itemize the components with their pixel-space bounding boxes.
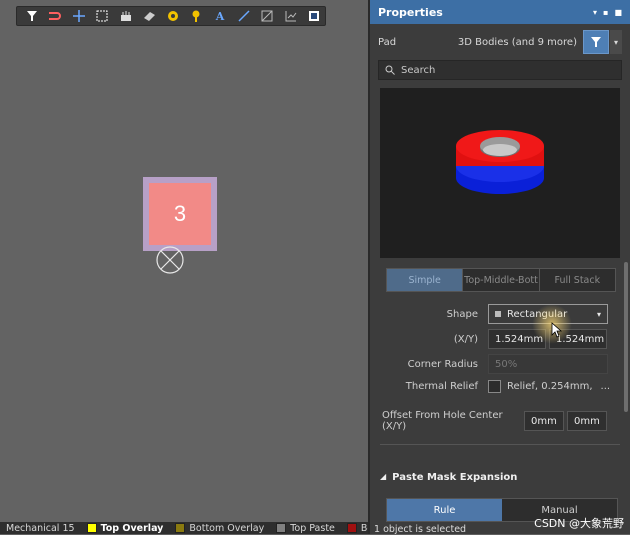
rectangle-icon[interactable] [256,8,278,24]
status-text: 1 object is selected [374,524,467,535]
chevron-down-icon: ▾ [596,309,601,319]
rule-tab[interactable]: Rule [387,499,502,521]
pin-icon[interactable] [186,8,208,24]
mouse-cursor-icon [551,322,563,338]
offset-row: Offset From Hole Center (X/Y) 0mm 0mm [380,410,607,432]
layer-tab[interactable]: Top Paste [270,523,341,534]
pad-component[interactable]: 3 [143,177,217,251]
cross-icon[interactable] [68,8,90,24]
active-bar-toolbar: A [16,6,326,26]
layer-color-swatch [276,523,287,533]
pad-stack-mode-tabs: Simple Top-Middle-Bott Full Stack [386,268,616,292]
filter-icon[interactable] [21,8,43,24]
via-icon[interactable] [162,8,184,24]
search-input[interactable]: Search [378,60,622,80]
component-icon[interactable] [115,8,137,24]
pcb-canvas[interactable]: A 3 [0,0,368,522]
panel-scrollbar[interactable] [624,262,628,412]
eraser-icon[interactable] [139,8,161,24]
shape-row: Shape Rectangular ▾ [380,304,608,324]
search-icon [385,65,395,75]
panel-title-bar: Properties ▾ ▪ ■ [370,0,630,24]
search-placeholder: Search [401,64,436,76]
thermal-relief-checkbox[interactable] [488,380,501,393]
watermark: CSDN @大象荒野 [534,517,624,530]
corner-radius-row: Corner Radius 50% [380,354,608,374]
panel-title: Properties [378,5,443,19]
layer-tab[interactable]: Botto [341,523,368,534]
mode-tab[interactable]: Full Stack [540,269,615,291]
line-icon[interactable] [233,8,255,24]
funnel-icon [591,37,601,47]
layer-color-swatch [175,523,186,533]
corner-radius-input[interactable]: 50% [488,354,608,374]
select-rect-icon[interactable] [92,8,114,24]
size-row: (X/Y) 1.524mm 1.524mm [380,329,607,349]
chart-icon[interactable] [280,8,302,24]
thermal-relief-label: Thermal Relief [405,381,478,392]
layer-tabs: Mechanical 15 Top Overlay Bottom Overlay To… [0,522,368,534]
divider [380,444,620,445]
offset-y-input[interactable]: 0mm [567,411,607,431]
selection-filter-button[interactable] [583,30,609,54]
thermal-relief-row: Thermal Relief Relief, 0.254mm, ... [380,380,610,393]
offset-x-input[interactable]: 0mm [524,411,564,431]
shape-label: Shape [446,308,478,320]
offset-label: Offset From Hole Center (X/Y) [382,410,503,432]
layer-tab-label: Botto [360,522,368,534]
pad-origin-icon [156,246,184,274]
layer-tab-label: Top Paste [290,522,335,534]
thermal-relief-more-button[interactable]: ... [601,381,611,392]
pin-panel-icon[interactable]: ▪ [603,8,608,17]
layer-color-swatch [346,523,357,533]
paste-mask-section-header[interactable]: ◢ Paste Mask Expansion [380,472,517,483]
properties-panel: Properties ▾ ▪ ■ Pad 3D Bodies (and 9 mo… [368,0,630,535]
collapse-triangle-icon: ◢ [380,472,387,481]
thermal-relief-value: Relief, 0.254mm, [507,381,593,392]
xy-label: (X/Y) [453,333,478,345]
route-icon[interactable] [45,8,67,24]
selection-filter-summary: 3D Bodies (and 9 more) [457,36,577,48]
object-type-label: Pad [378,36,397,48]
layer-tab-label: Mechanical 15 [6,522,75,534]
layer-color-swatch [86,523,97,533]
mode-tab[interactable]: Top-Middle-Bott [463,269,540,291]
panel-menu-icon[interactable]: ▾ [593,8,597,17]
monitor-icon[interactable] [303,8,325,24]
3d-preview[interactable] [380,88,620,258]
corner-radius-label: Corner Radius [407,358,478,370]
text-icon[interactable]: A [209,8,231,24]
layer-tab-label: Top Overlay [100,522,164,534]
close-panel-icon[interactable]: ■ [614,8,622,17]
layer-tab[interactable]: Top Overlay [81,523,170,534]
pad-designator: 3 [149,183,211,245]
layer-tab[interactable]: Mechanical 15 [0,523,81,534]
object-type-row: Pad 3D Bodies (and 9 more) ▾ [370,24,630,60]
filter-dropdown-icon[interactable]: ▾ [610,30,622,54]
square-icon [495,311,501,317]
paste-mask-title: Paste Mask Expansion [392,472,518,483]
layer-tab-label: Bottom Overlay [189,522,265,534]
mode-tab[interactable]: Simple [387,269,464,291]
layer-tab[interactable]: Bottom Overlay [169,523,270,534]
